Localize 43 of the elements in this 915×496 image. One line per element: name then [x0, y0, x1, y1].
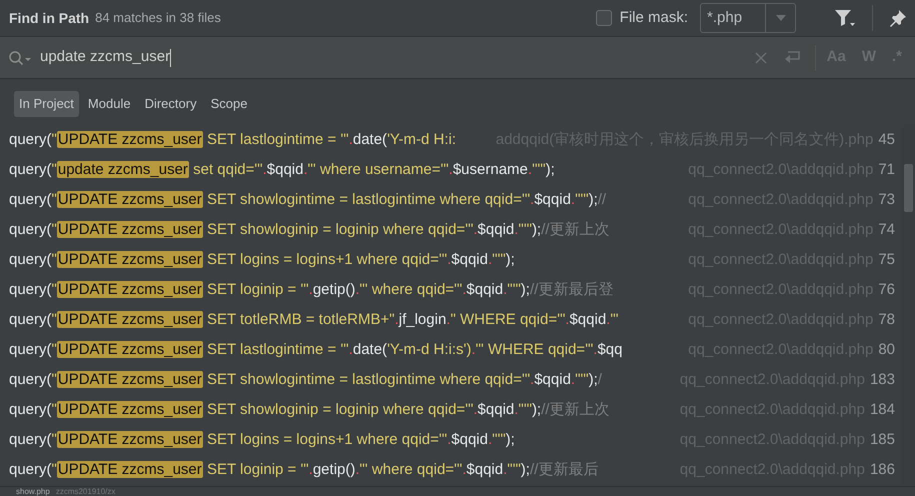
- code-line[interactable]: query("UPDATE zzcms_user SET showlogintime = lastlogintime where qqid='".$qqid."'");/: [9, 368, 602, 392]
- line-number: 71: [878, 160, 895, 180]
- code-line[interactable]: query("UPDATE zzcms_user SET showloginip = loginip where qqid='".$qqid."'");//更新上次: [9, 218, 610, 242]
- line-number: 45: [878, 130, 895, 150]
- line-number: 183: [870, 370, 895, 390]
- close-icon[interactable]: [754, 52, 767, 64]
- line-number: 184: [870, 400, 895, 420]
- line-number: 73: [878, 190, 895, 210]
- dialog-title: Find in Path: [9, 8, 90, 28]
- line-number: 80: [878, 340, 895, 360]
- search-icon[interactable]: [8, 50, 32, 66]
- line-number: 186: [870, 460, 895, 480]
- code-line[interactable]: query("UPDATE zzcms_user SET lastlogintime = '".date('Y-m-d H:i:s')."' WHERE qqid='".$qq: [9, 338, 622, 362]
- scope-tab[interactable]: In Project: [14, 91, 79, 117]
- code-line[interactable]: query("UPDATE zzcms_user SET showlogintime = lastlogintime where qqid='".$qqid."'");//: [9, 188, 606, 212]
- code-line[interactable]: query("UPDATE zzcms_user SET totleRMB = totleRMB+".jf_login." WHERE qqid='".$qqid."': [9, 308, 619, 332]
- filter-icon[interactable]: [834, 9, 856, 27]
- line-number: 78: [878, 310, 895, 330]
- match-summary: 84 matches in 38 files: [95, 9, 221, 28]
- scope-tab[interactable]: Module: [82, 91, 136, 117]
- line-number: 74: [878, 220, 895, 240]
- code-line[interactable]: query("UPDATE zzcms_user SET logins = logins+1 where qqid='".$qqid."'");: [9, 428, 515, 452]
- code-line[interactable]: query("UPDATE zzcms_user SET showloginip = loginip where qqid='".$qqid."'");//更新上次: [9, 398, 610, 422]
- dropdown-caret-icon: [776, 15, 786, 21]
- scrollbar-thumb[interactable]: [904, 164, 913, 212]
- scope-tab[interactable]: Directory: [140, 91, 202, 117]
- code-line[interactable]: query("UPDATE zzcms_user SET loginip = '".getip()."' where qqid='".$qqid."'");//更新最后: [9, 458, 598, 482]
- line-number: 75: [878, 250, 895, 270]
- file-mask-checkbox[interactable]: [596, 10, 612, 26]
- line-number: 76: [878, 280, 895, 300]
- line-number: 185: [870, 430, 895, 450]
- pin-icon[interactable]: [889, 9, 907, 27]
- file-mask-combo[interactable]: *.php: [700, 3, 796, 33]
- return-arrow-icon[interactable]: [784, 50, 803, 64]
- search-field[interactable]: update zzcms_user: [40, 42, 755, 72]
- scope-tab[interactable]: Scope: [206, 91, 252, 117]
- code-line[interactable]: query("UPDATE zzcms_user SET logins = logins+1 where qqid='".$qqid."'");: [9, 248, 515, 272]
- code-line[interactable]: query("UPDATE zzcms_user SET loginip = '".getip()."' where qqid='".$qqid."'");//更新最后登: [9, 278, 614, 302]
- preview-file-name: show.php: [16, 487, 50, 496]
- file-mask-label: File mask:: [620, 8, 688, 28]
- preview-file-path: zzcms201910/zx: [56, 487, 116, 496]
- code-line[interactable]: query("UPDATE zzcms_user SET lastlogintime = '".date('Y-m-d H:i:: [9, 128, 456, 152]
- code-line[interactable]: query("update zzcms_user set qqid='".$qqid."' where username='".$username."'");: [9, 158, 555, 182]
